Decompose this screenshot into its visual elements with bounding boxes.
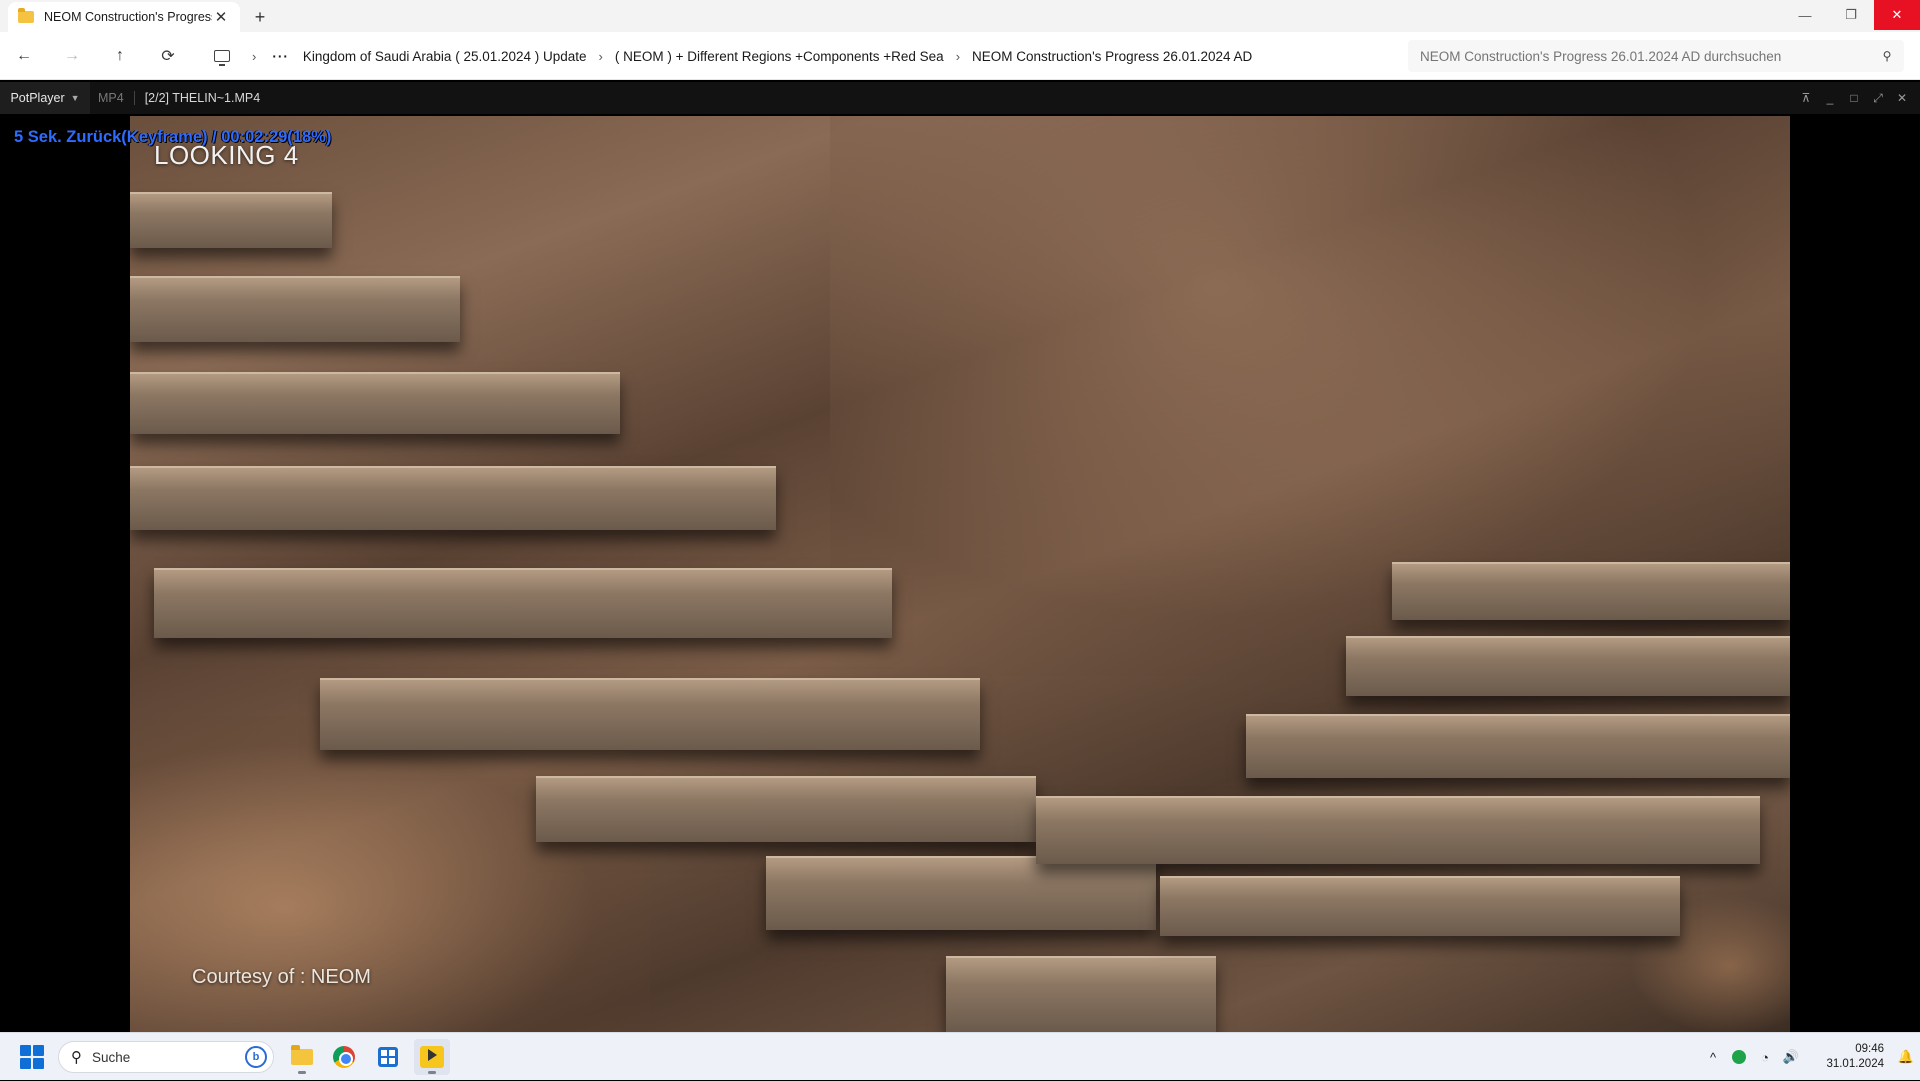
file-explorer-taskbar-button[interactable]: [284, 1039, 320, 1075]
terrace-ledge: [1392, 562, 1790, 620]
terrace-ledge: [130, 372, 620, 434]
title-separator: [133, 91, 135, 105]
system-tray: ^ ◔ 🔊 09:46 31.01.2024 🔔: [1700, 1033, 1920, 1081]
terrace-ledge: [1036, 796, 1760, 864]
this-pc-icon[interactable]: [214, 50, 230, 66]
terrace-ledge: [946, 956, 1216, 1032]
potplayer-menu-button[interactable]: PotPlayer ▼: [0, 82, 90, 114]
potplayer-window: PotPlayer ▼ MP4 [2/2] THELIN~1.MP4 ⊼ _ □…: [0, 82, 1920, 1032]
explorer-title-bar: NEOM Construction's Progress 26.01.2024 …: [0, 0, 1920, 32]
terrace-ledge: [766, 856, 1156, 930]
player-maximize-button[interactable]: □: [1842, 91, 1866, 105]
breadcrumb[interactable]: › ··· Kingdom of Saudi Arabia ( 25.01.20…: [200, 40, 1400, 72]
security-shield-icon[interactable]: [1732, 1050, 1746, 1064]
store-taskbar-button[interactable]: [370, 1039, 406, 1075]
chevron-right-icon[interactable]: ›: [599, 49, 603, 64]
close-button[interactable]: ✕: [1874, 0, 1920, 30]
refresh-button[interactable]: ⟳: [144, 32, 192, 80]
terrace-ledge: [1246, 714, 1790, 778]
explorer-tab[interactable]: NEOM Construction's Progress 26.01.2024 …: [8, 2, 240, 32]
terrace-ledge: [130, 276, 460, 342]
volume-icon[interactable]: 🔊: [1778, 1049, 1804, 1065]
bing-icon[interactable]: b: [245, 1046, 267, 1068]
windows-logo-tile: [20, 1058, 31, 1069]
terrace-ledge: [154, 568, 892, 638]
taskbar-search-label: Suche: [92, 1049, 131, 1065]
potplayer-taskbar-button[interactable]: [414, 1039, 450, 1075]
explorer-tab-title: NEOM Construction's Progress 26.01.2024 …: [44, 10, 212, 24]
chrome-icon: [333, 1046, 355, 1068]
pin-icon[interactable]: ⊼: [1794, 91, 1818, 105]
explorer-address-bar: ← → ↑ ⟳ › ··· Kingdom of Saudi Arabia ( …: [0, 32, 1920, 80]
tray-overflow-chevron-icon[interactable]: ^: [1700, 1050, 1726, 1065]
video-format-label: MP4: [98, 91, 124, 105]
new-tab-button[interactable]: +: [240, 2, 280, 32]
taskbar-clock[interactable]: 09:46 31.01.2024: [1804, 1042, 1884, 1072]
terrace-ledge: [130, 466, 776, 530]
video-file-title: [2/2] THELIN~1.MP4: [144, 91, 261, 105]
forward-button[interactable]: →: [48, 32, 96, 80]
breadcrumb-more[interactable]: ···: [272, 49, 289, 64]
video-watermark-credit: Courtesy of : NEOM: [192, 966, 371, 988]
explorer-search-box: ⚲: [1408, 40, 1904, 72]
taskbar-search[interactable]: ⚲ Suche b: [58, 1041, 274, 1073]
clock-time: 09:46: [1855, 1043, 1884, 1055]
potplayer-brand: PotPlayer: [10, 91, 65, 105]
file-explorer-icon: [291, 1045, 313, 1065]
potplayer-window-controls: ⊼ _ □ ⤢ ✕: [1794, 82, 1914, 114]
chevron-down-icon: ▼: [70, 93, 80, 103]
potplayer-title-bar: PotPlayer ▼ MP4 [2/2] THELIN~1.MP4 ⊼ _ □…: [0, 82, 1920, 114]
terrace-ledge: [536, 776, 1036, 842]
windows-logo-tile: [33, 1045, 44, 1056]
chrome-taskbar-button[interactable]: [326, 1039, 362, 1075]
terrace-ledge: [1346, 636, 1790, 696]
terrace-ledge: [130, 192, 332, 248]
player-close-button[interactable]: ✕: [1890, 91, 1914, 105]
chevron-right-icon[interactable]: ›: [956, 49, 960, 64]
clock-date: 31.01.2024: [1826, 1058, 1884, 1070]
explorer-window-controls: — ❐ ✕: [1782, 0, 1920, 30]
windows-start-button[interactable]: [20, 1045, 44, 1069]
up-button[interactable]: ↑: [96, 32, 144, 80]
breadcrumb-item-saudi-arabia[interactable]: Kingdom of Saudi Arabia ( 25.01.2024 ) U…: [303, 49, 587, 64]
search-input[interactable]: [1420, 48, 1870, 64]
taskbar: ⚲ Suche b ^ ◔ 🔊 09:46 31.01.2024 🔔: [0, 1032, 1920, 1080]
terrace-ledge: [1160, 876, 1680, 936]
breadcrumb-item-neom-regions[interactable]: ( NEOM ) + Different Regions +Components…: [615, 49, 944, 64]
windows-logo-tile: [20, 1045, 31, 1056]
breadcrumb-item-neom-progress[interactable]: NEOM Construction's Progress 26.01.2024 …: [972, 49, 1252, 64]
restore-button[interactable]: ❐: [1828, 0, 1874, 30]
running-indicator: [298, 1071, 306, 1074]
tab-close-icon[interactable]: ✕: [212, 8, 230, 26]
player-fullscreen-button[interactable]: ⤢: [1866, 91, 1890, 106]
notification-bell-icon[interactable]: 🔔: [1892, 1049, 1920, 1065]
chevron-right-icon[interactable]: ›: [252, 49, 256, 64]
windows-logo-tile: [33, 1058, 44, 1069]
seek-osd-message: 5 Sek. Zurück(Keyframe) / 00:02:29(18%): [14, 128, 332, 146]
terrace-ledge: [320, 678, 980, 750]
video-frame[interactable]: LOOKING 4 Courtesy of : NEOM: [130, 116, 1790, 1032]
potplayer-icon: [420, 1046, 444, 1068]
folder-icon: [18, 8, 34, 23]
minimize-button[interactable]: —: [1782, 0, 1828, 30]
running-indicator: [428, 1071, 436, 1074]
search-icon: ⚲: [71, 1049, 82, 1066]
microsoft-store-icon: [378, 1047, 398, 1067]
back-button[interactable]: ←: [0, 32, 48, 80]
wifi-icon[interactable]: ◔: [1752, 1050, 1778, 1065]
player-minimize-button[interactable]: _: [1818, 91, 1842, 105]
search-icon[interactable]: ⚲: [1870, 49, 1904, 63]
